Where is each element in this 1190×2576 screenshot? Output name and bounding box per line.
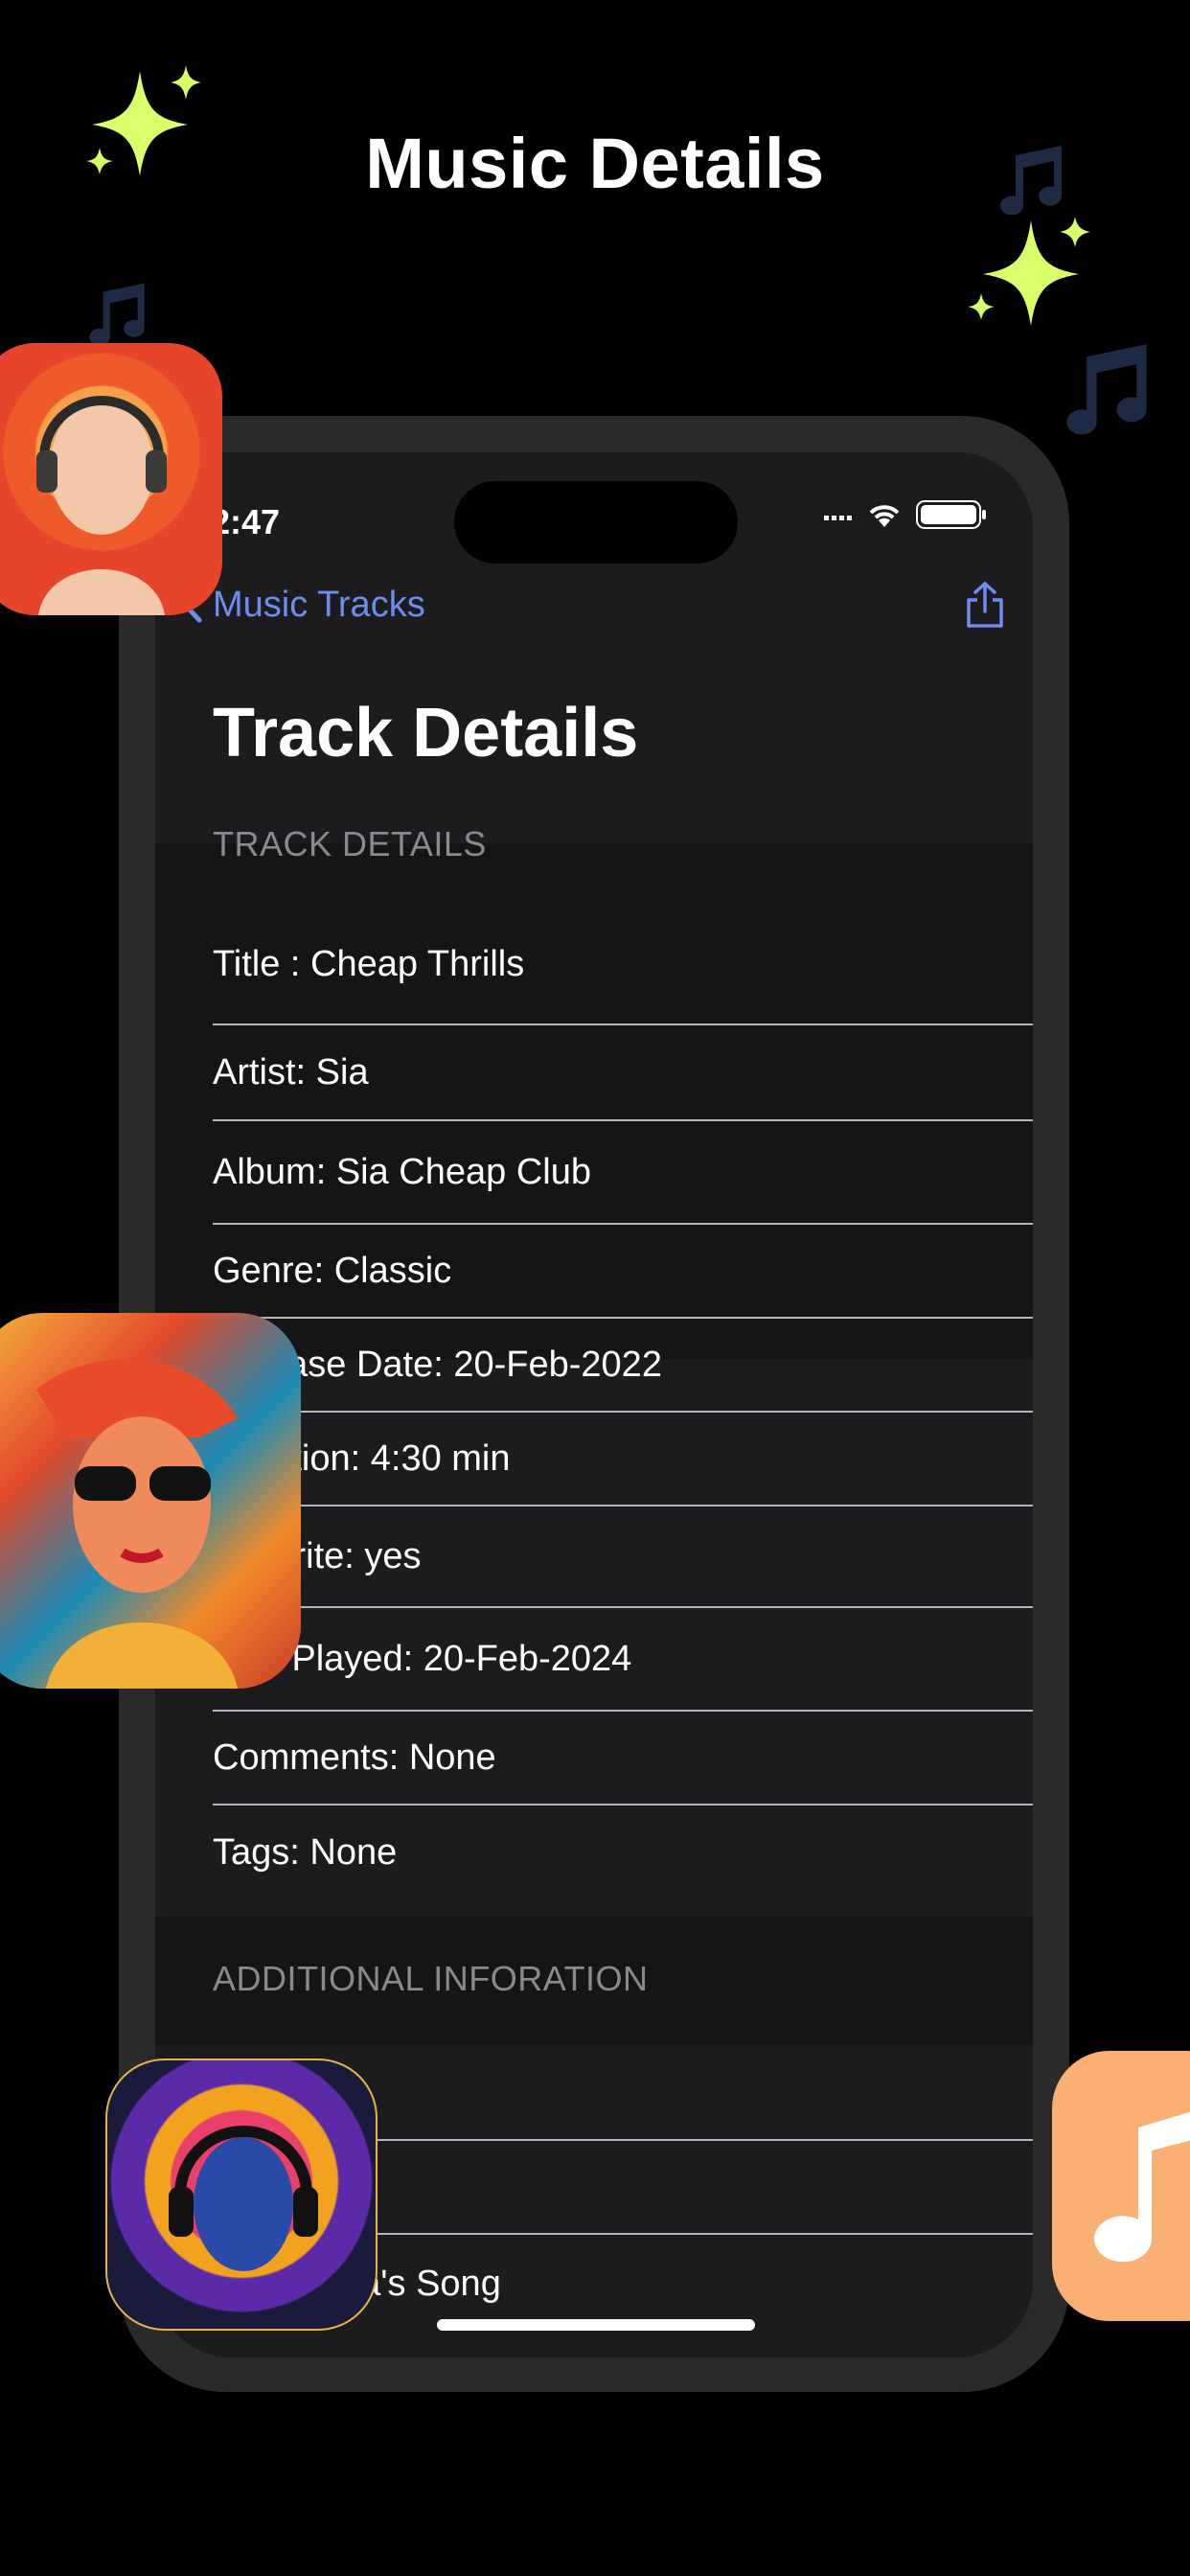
section-header-track-details: TRACK DETAILS [213,824,487,863]
music-note-icon [1066,344,1147,435]
music-note-icon [1094,2111,1190,2263]
list-item: Title : Cheap Thrills [213,943,525,984]
sparkle-icon [86,65,201,176]
section-header-additional: ADDITIONAL INFORATION [213,1959,649,1998]
sparkle-icon [968,217,1090,326]
dynamic-island [454,481,738,564]
album-art-image [0,1313,301,1689]
album-art-image [0,343,222,615]
home-indicator [437,2319,755,2331]
wifi-icon [869,505,900,527]
list-item: Comments: None [213,1736,496,1778]
share-icon[interactable] [964,581,1006,629]
back-button[interactable]: Music Tracks [182,585,425,626]
list-item: Duration: 4:30 min [213,1438,511,1479]
music-badge [1052,2051,1190,2321]
list-item: Last Played: 20-Feb-2024 [213,1638,632,1679]
signal-icon [824,516,852,520]
battery-icon [916,500,986,529]
page-title: Track Details [213,695,639,771]
list-item: Favorite: yes [213,1535,422,1576]
status-icons [824,500,987,529]
list-item: Tags: None [213,1831,398,1873]
back-button-label: Music Tracks [213,585,425,625]
list-item: Album: Sia Cheap Club [213,1151,591,1192]
music-note-icon [1000,146,1063,216]
album-art-image [105,2058,378,2331]
music-note-icon [89,283,145,346]
list-item: Release Date: 20-Feb-2022 [213,1344,662,1385]
list-item: Artist: Sia [213,1051,369,1092]
list-item: Genre: Classic [213,1250,452,1291]
